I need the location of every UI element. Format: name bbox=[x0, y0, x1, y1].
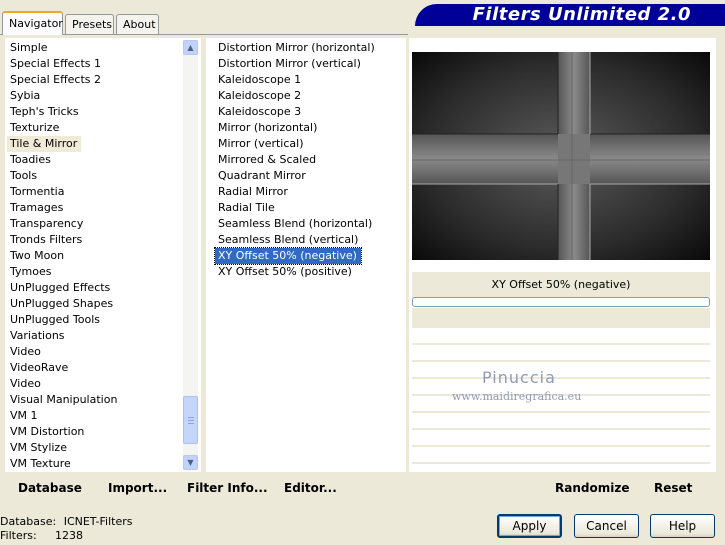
filter-item[interactable]: XY Offset 50% (positive) bbox=[215, 264, 375, 280]
category-item[interactable]: Special Effects 2 bbox=[7, 72, 117, 88]
category-item[interactable]: Tronds Filters bbox=[7, 232, 117, 248]
watermark-name: Pinuccia bbox=[482, 368, 556, 387]
filter-info-button[interactable]: Filter Info... bbox=[187, 479, 268, 497]
filter-item[interactable]: Radial Mirror bbox=[215, 184, 375, 200]
filters-status: Filters: 1238 bbox=[0, 529, 83, 542]
category-item[interactable]: Toadies bbox=[7, 152, 117, 168]
apply-button[interactable]: Apply bbox=[497, 514, 562, 538]
filter-item[interactable]: Kaleidoscope 1 bbox=[215, 72, 375, 88]
filter-items: Distortion Mirror (horizontal) Distortion… bbox=[214, 40, 375, 280]
category-item[interactable]: UnPlugged Shapes bbox=[7, 296, 117, 312]
category-item[interactable]: UnPlugged Effects bbox=[7, 280, 117, 296]
category-item[interactable]: UnPlugged Tools bbox=[7, 312, 117, 328]
filter-item[interactable]: Quadrant Mirror bbox=[215, 168, 375, 184]
progress-bar bbox=[412, 297, 710, 307]
cancel-button[interactable]: Cancel bbox=[574, 514, 639, 538]
category-item[interactable]: Two Moon bbox=[7, 248, 117, 264]
filter-item[interactable]: Seamless Blend (vertical) bbox=[215, 232, 375, 248]
filter-item[interactable]: Radial Tile bbox=[215, 200, 375, 216]
category-item[interactable]: Simple bbox=[7, 40, 117, 56]
category-item[interactable]: Visual Manipulation bbox=[7, 392, 117, 408]
parameter-slider-8[interactable] bbox=[412, 447, 710, 464]
category-item[interactable]: Video bbox=[7, 344, 117, 360]
category-list[interactable]: Simple Special Effects 1 Special Effects 2… bbox=[5, 38, 201, 472]
category-item[interactable]: Special Effects 1 bbox=[7, 56, 117, 72]
param-separator bbox=[412, 308, 710, 328]
filter-item[interactable]: Mirrored & Scaled bbox=[215, 152, 375, 168]
filter-item[interactable]: Seamless Blend (horizontal) bbox=[215, 216, 375, 232]
filter-list[interactable]: Distortion Mirror (horizontal) Distortion… bbox=[206, 38, 406, 472]
category-item[interactable]: Tramages bbox=[7, 200, 117, 216]
scroll-down-button[interactable]: ▼ bbox=[183, 455, 198, 470]
parameter-slider-7[interactable] bbox=[412, 430, 710, 447]
scroll-thumb[interactable] bbox=[183, 396, 198, 444]
tab-about[interactable]: About bbox=[116, 14, 159, 34]
category-item[interactable]: VM Texture bbox=[7, 456, 117, 472]
reset-button[interactable]: Reset bbox=[654, 479, 692, 497]
parameter-slider-3[interactable] bbox=[412, 362, 710, 379]
filters-label: Filters: bbox=[0, 529, 37, 542]
filter-item[interactable]: Distortion Mirror (vertical) bbox=[215, 56, 375, 72]
editor-button[interactable]: Editor... bbox=[284, 479, 337, 497]
parameter-slider-1[interactable] bbox=[412, 328, 710, 345]
parameter-slider-6[interactable] bbox=[412, 413, 710, 430]
parameter-slider-2[interactable] bbox=[412, 345, 710, 362]
category-item[interactable]: Teph's Tricks bbox=[7, 104, 117, 120]
category-scrollbar[interactable]: ▲ ▼ bbox=[183, 40, 198, 470]
category-item[interactable]: Sybia bbox=[7, 88, 117, 104]
help-button[interactable]: Help bbox=[650, 514, 715, 538]
preview-image bbox=[412, 52, 710, 260]
filter-item[interactable]: Mirror (vertical) bbox=[215, 136, 375, 152]
filters-count: 1238 bbox=[55, 529, 83, 542]
category-item[interactable]: VM Stylize bbox=[7, 440, 117, 456]
category-item[interactable]: VideoRave bbox=[7, 360, 117, 376]
category-item[interactable]: VM 1 bbox=[7, 408, 117, 424]
category-item[interactable]: Tools bbox=[7, 168, 117, 184]
app-banner: Filters Unlimited 2.0 bbox=[415, 4, 725, 26]
tab-presets[interactable]: Presets bbox=[65, 14, 114, 34]
scroll-up-button[interactable]: ▲ bbox=[183, 40, 198, 55]
category-item[interactable]: VM Distortion bbox=[7, 424, 117, 440]
category-item[interactable]: Tile & Mirror bbox=[7, 136, 82, 152]
category-item[interactable]: Tormentia bbox=[7, 184, 117, 200]
preview-caption: XY Offset 50% (negative) bbox=[412, 272, 710, 298]
category-item[interactable]: Transparency bbox=[7, 216, 117, 232]
filter-item[interactable]: Mirror (horizontal) bbox=[215, 120, 375, 136]
filter-item[interactable]: Kaleidoscope 2 bbox=[215, 88, 375, 104]
database-status: Database: ICNET-Filters bbox=[0, 515, 132, 528]
category-item[interactable]: Tymoes bbox=[7, 264, 117, 280]
database-button[interactable]: Database bbox=[18, 479, 82, 497]
import-button[interactable]: Import... bbox=[108, 479, 167, 497]
database-label: Database: bbox=[0, 515, 57, 528]
randomize-button[interactable]: Randomize bbox=[555, 479, 629, 497]
database-value: ICNET-Filters bbox=[63, 515, 133, 528]
filter-item[interactable]: Distortion Mirror (horizontal) bbox=[215, 40, 375, 56]
category-item[interactable]: Video bbox=[7, 376, 117, 392]
watermark-url: www.maidiregrafica.eu bbox=[452, 390, 582, 403]
tab-navigator[interactable]: Navigator bbox=[2, 11, 63, 35]
category-item[interactable]: Variations bbox=[7, 328, 117, 344]
filter-item[interactable]: Kaleidoscope 3 bbox=[215, 104, 375, 120]
filter-item[interactable]: XY Offset 50% (negative) bbox=[214, 247, 362, 265]
category-item[interactable]: Texturize bbox=[7, 120, 117, 136]
category-items: Simple Special Effects 1 Special Effects 2… bbox=[7, 40, 117, 472]
